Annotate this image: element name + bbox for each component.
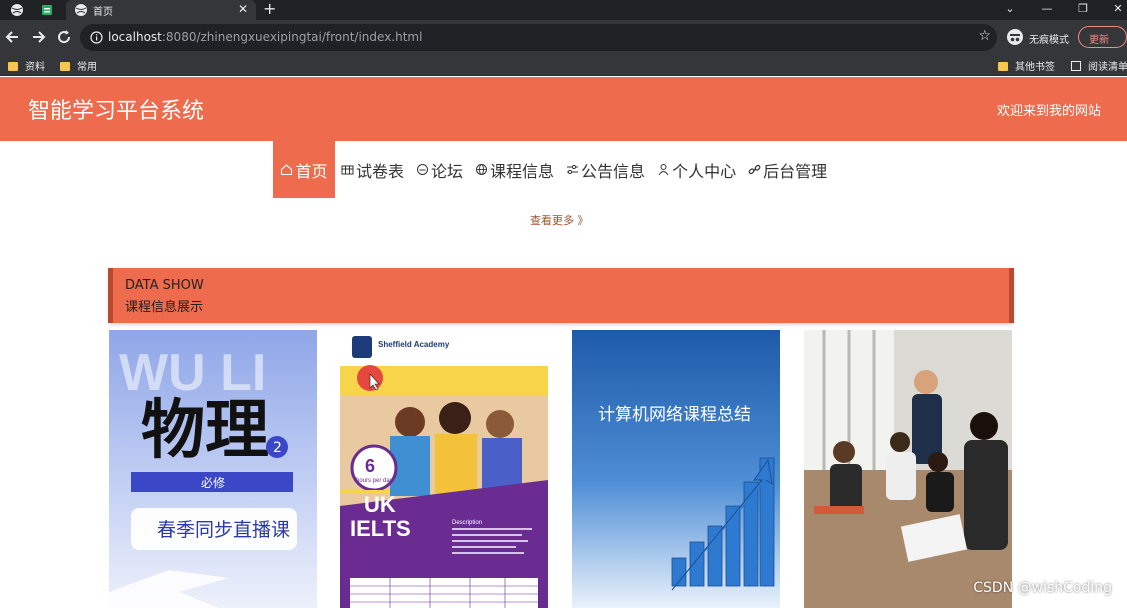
close-tab-icon[interactable]: ✕ bbox=[238, 2, 248, 16]
forum-icon bbox=[417, 164, 429, 175]
bookmark-star-icon[interactable]: ☆ bbox=[978, 28, 991, 44]
bookmark-label: 常用 bbox=[77, 62, 97, 73]
globe-icon bbox=[75, 4, 87, 16]
back-icon[interactable] bbox=[4, 28, 22, 46]
bookmark-folder-changyong[interactable]: 常用 bbox=[60, 58, 97, 73]
app-tab-icon[interactable] bbox=[40, 3, 54, 17]
course-image-classroom bbox=[804, 330, 1012, 608]
physics-tag: 必修 bbox=[201, 475, 225, 490]
bookmark-label: 其他书签 bbox=[1015, 62, 1055, 73]
section-title-en: DATA SHOW bbox=[125, 278, 204, 293]
ielts-table bbox=[350, 578, 538, 608]
nav-label: 课程信息 bbox=[490, 161, 555, 181]
section-title-cn: 课程信息展示 bbox=[125, 300, 204, 315]
welcome-text: 欢迎来到我的网站 bbox=[996, 104, 1101, 119]
physics-banner: 春季同步直播课 bbox=[157, 519, 290, 541]
folder-icon bbox=[8, 62, 18, 71]
hours-number: 6 bbox=[365, 456, 375, 476]
globe-icon[interactable] bbox=[10, 3, 24, 17]
course-card-network[interactable]: 计算机网络课程总结 bbox=[572, 330, 780, 608]
restore-icon[interactable]: ❐ bbox=[1073, 0, 1093, 18]
watermark: CSDN @wishCoding bbox=[973, 580, 1112, 596]
nav-label: 公告信息 bbox=[581, 161, 646, 181]
hours-sub: hours per day bbox=[356, 478, 393, 484]
page-content: 智能学习平台系统 欢迎来到我的网站 首页 试卷表 论坛 课程信息 公告信息 个人… bbox=[0, 77, 1127, 608]
bookmarks-bar: 资料 常用 其他书签 阅读清单 bbox=[0, 55, 1127, 76]
reading-list-button[interactable]: 阅读清单 bbox=[1071, 58, 1127, 73]
filter-icon bbox=[567, 164, 579, 175]
bookmark-label: 资料 bbox=[25, 62, 45, 73]
new-tab-button[interactable]: + bbox=[263, 0, 276, 18]
incognito-icon[interactable] bbox=[1006, 28, 1024, 46]
browser-tab-strip: 首页 ✕ + ⌄ — ❐ ✕ bbox=[0, 0, 1127, 20]
course-image-physics: WU LI 物理 2 必修 春季同步直播课 bbox=[109, 330, 317, 608]
course-image-ielts: Sheffield Academy 6 hours per day UK IEL… bbox=[340, 330, 548, 608]
bookmark-folder-other[interactable]: 其他书签 bbox=[998, 58, 1055, 73]
nav-label: 首页 bbox=[295, 161, 328, 181]
url-path: :8080/zhinengxuexipingtai/front/index.ht… bbox=[161, 30, 423, 44]
ielts-line2: IELTS bbox=[350, 516, 411, 541]
folder-icon bbox=[60, 62, 70, 71]
globe-icon bbox=[476, 164, 488, 175]
nav-item-forum[interactable]: 论坛 bbox=[410, 141, 469, 198]
user-icon bbox=[658, 164, 669, 176]
info-icon[interactable] bbox=[90, 31, 103, 44]
browser-toolbar: localhost:8080/zhinengxuexipingtai/front… bbox=[0, 20, 1127, 55]
tab-title: 首页 bbox=[93, 7, 113, 18]
incognito-label: 无痕模式 bbox=[1029, 35, 1069, 46]
active-tab[interactable]: 首页 ✕ bbox=[66, 0, 256, 20]
ielts-desc-title: Description bbox=[452, 520, 482, 526]
course-card-physics[interactable]: WU LI 物理 2 必修 春季同步直播课 bbox=[109, 330, 317, 608]
ielts-line1: UK bbox=[364, 492, 396, 517]
physics-main-text: 物理 bbox=[141, 393, 269, 468]
forward-icon[interactable] bbox=[29, 28, 47, 46]
main-nav: 首页 试卷表 论坛 课程信息 公告信息 个人中心 后台管理 bbox=[273, 141, 833, 198]
physics-badge-text: 2 bbox=[273, 440, 282, 456]
nav-label: 论坛 bbox=[431, 161, 464, 181]
site-title: 智能学习平台系统 bbox=[28, 99, 205, 124]
link-icon bbox=[748, 164, 761, 175]
nav-label: 后台管理 bbox=[763, 161, 828, 181]
tab-search-icon[interactable]: ⌄ bbox=[1000, 0, 1020, 18]
school-crest bbox=[352, 336, 372, 358]
update-label: 更新 bbox=[1089, 35, 1109, 46]
address-bar[interactable]: localhost:8080/zhinengxuexipingtai/front… bbox=[80, 24, 997, 51]
site-header: 智能学习平台系统 欢迎来到我的网站 bbox=[0, 77, 1127, 141]
update-button[interactable]: 更新 bbox=[1078, 26, 1127, 48]
bookmark-label: 阅读清单 bbox=[1088, 62, 1127, 73]
view-more-link[interactable]: 查看更多 》 bbox=[530, 212, 589, 228]
bookmark-folder-ziliao[interactable]: 资料 bbox=[8, 58, 45, 73]
home-icon bbox=[281, 164, 293, 176]
network-title: 计算机网络课程总结 bbox=[598, 405, 751, 425]
nav-label: 个人中心 bbox=[672, 161, 737, 181]
nav-item-home[interactable]: 首页 bbox=[273, 141, 335, 198]
section-header: DATA SHOW 课程信息展示 bbox=[108, 268, 1014, 323]
folder-icon bbox=[998, 62, 1008, 71]
school-name: Sheffield Academy bbox=[378, 340, 450, 349]
url-host: localhost bbox=[108, 30, 162, 44]
minimize-icon[interactable]: — bbox=[1037, 0, 1057, 18]
course-card-classroom[interactable] bbox=[804, 330, 1012, 608]
nav-item-course[interactable]: 课程信息 bbox=[469, 141, 560, 198]
course-card-ielts[interactable]: Sheffield Academy 6 hours per day UK IEL… bbox=[340, 330, 548, 608]
table-icon bbox=[341, 165, 354, 175]
nav-item-exam[interactable]: 试卷表 bbox=[335, 141, 410, 198]
url-text: localhost:8080/zhinengxuexipingtai/front… bbox=[108, 30, 422, 44]
reading-list-icon bbox=[1071, 61, 1081, 71]
close-window-icon[interactable]: ✕ bbox=[1108, 0, 1127, 18]
reload-icon[interactable] bbox=[55, 28, 73, 46]
nav-item-admin[interactable]: 后台管理 bbox=[742, 141, 833, 198]
nav-item-personal[interactable]: 个人中心 bbox=[651, 141, 742, 198]
nav-item-notice[interactable]: 公告信息 bbox=[560, 141, 651, 198]
nav-label: 试卷表 bbox=[356, 161, 405, 181]
course-image-network: 计算机网络课程总结 bbox=[572, 330, 780, 608]
